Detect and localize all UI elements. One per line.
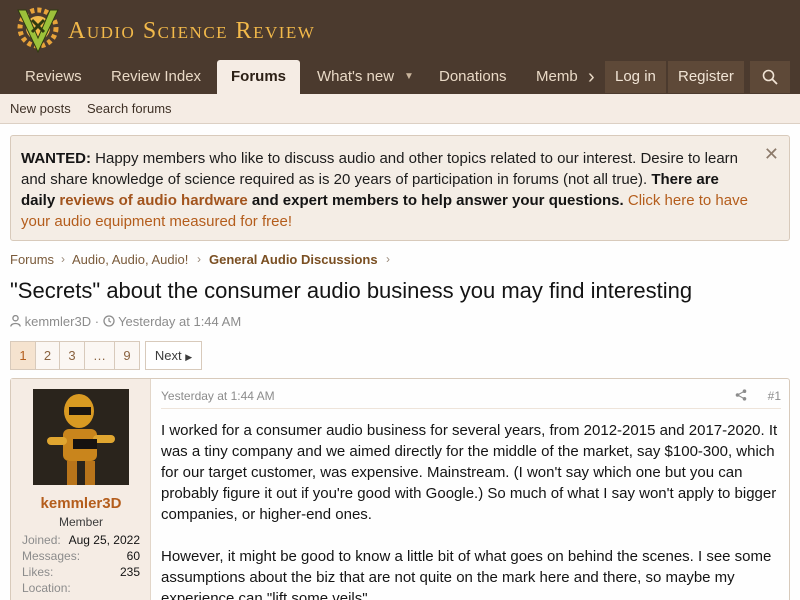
search-forums-link[interactable]: Search forums [87,94,172,124]
stat-label: Likes: [22,565,54,579]
logo-icon [10,6,66,56]
tab-members[interactable]: Memb [536,60,578,94]
site-notice: WANTED: Happy members who like to discus… [10,135,790,241]
caret-right-icon: ▶ [185,352,193,362]
thread-author[interactable]: kemmler3D [25,314,91,329]
reviews-link[interactable]: reviews of audio hardware [59,192,247,209]
breadcrumb-audio[interactable]: Audio, Audio, Audio! [72,252,188,267]
login-button[interactable]: Log in [605,61,666,93]
stat-likes: Likes: 235 [22,565,140,579]
breadcrumb-forums[interactable]: Forums [10,252,54,267]
stat-label: Joined: [22,533,61,547]
tab-donations[interactable]: Donations [439,60,507,94]
post: kemmler3D Member Joined: Aug 25, 2022 Mes… [10,378,790,600]
site-name: Audio Science Review [68,17,316,44]
post-header: Yesterday at 1:44 AM #1 [161,389,781,405]
thread-meta: kemmler3D · Yesterday at 1:44 AM [10,314,241,329]
tab-review-index[interactable]: Review Index [111,60,201,94]
breadcrumb-general[interactable]: General Audio Discussions [209,252,378,267]
chevron-right-icon: › [61,252,65,266]
post-user-column: kemmler3D Member Joined: Aug 25, 2022 Mes… [11,379,151,600]
post-date[interactable]: Yesterday at 1:44 AM [161,389,275,403]
next-label: Next [154,348,182,363]
share-icon[interactable] [735,389,747,404]
stat-value: 60 [126,549,140,563]
register-button[interactable]: Register [668,61,744,93]
sub-nav: New posts Search forums [0,94,800,124]
page-3[interactable]: 3 [59,341,85,370]
tab-whats-new[interactable]: What's new [317,60,394,94]
post-username[interactable]: kemmler3D [11,495,151,512]
close-icon[interactable]: ✕ [764,144,779,165]
tab-reviews[interactable]: Reviews [25,60,82,94]
avatar[interactable] [33,389,129,485]
notice-bold-text-2: and expert members to help answer your q… [247,192,624,209]
post-number[interactable]: #1 [768,389,781,403]
caret-down-icon[interactable]: ▼ [404,60,414,94]
page-2[interactable]: 2 [35,341,60,370]
chevron-right-icon[interactable]: › [588,60,595,94]
main-nav: Reviews Review Index Forums What's new ▼… [0,60,800,94]
chevron-right-icon: › [386,252,390,266]
next-page-button[interactable]: Next ▶ [145,341,202,370]
stat-messages: Messages: 60 [22,549,140,563]
post-divider [161,408,781,409]
new-posts-link[interactable]: New posts [10,94,71,124]
notice-text: Happy members who like to discuss audio … [21,150,738,188]
post-paragraph: However, it might be good to know a litt… [161,548,772,600]
post-body: I worked for a consumer audio business f… [161,420,783,600]
page-9[interactable]: 9 [114,341,140,370]
post-user-role: Member [58,515,103,529]
user-icon [10,314,25,329]
stat-location: Location: [22,581,140,595]
stat-label: Messages: [22,549,81,563]
site-header: Audio Science Review [0,0,800,60]
notice-label: WANTED: [21,150,91,167]
stat-joined: Joined: Aug 25, 2022 [22,533,140,547]
stat-label: Location: [22,581,71,595]
search-button[interactable] [750,61,790,93]
stat-value: Aug 25, 2022 [68,533,140,547]
page-ellipsis[interactable]: … [84,341,115,370]
meta-separator: · [94,314,103,329]
clock-icon [103,314,118,329]
search-icon [762,69,778,85]
page-1[interactable]: 1 [10,341,36,370]
site-logo[interactable]: Audio Science Review [10,6,315,56]
thread-date[interactable]: Yesterday at 1:44 AM [118,314,241,329]
chevron-right-icon: › [197,252,201,266]
page-title: "Secrets" about the consumer audio busin… [10,278,693,303]
tab-forums[interactable]: Forums [217,60,301,94]
post-paragraph: I worked for a consumer audio business f… [161,422,778,523]
stat-value: 235 [119,565,140,579]
